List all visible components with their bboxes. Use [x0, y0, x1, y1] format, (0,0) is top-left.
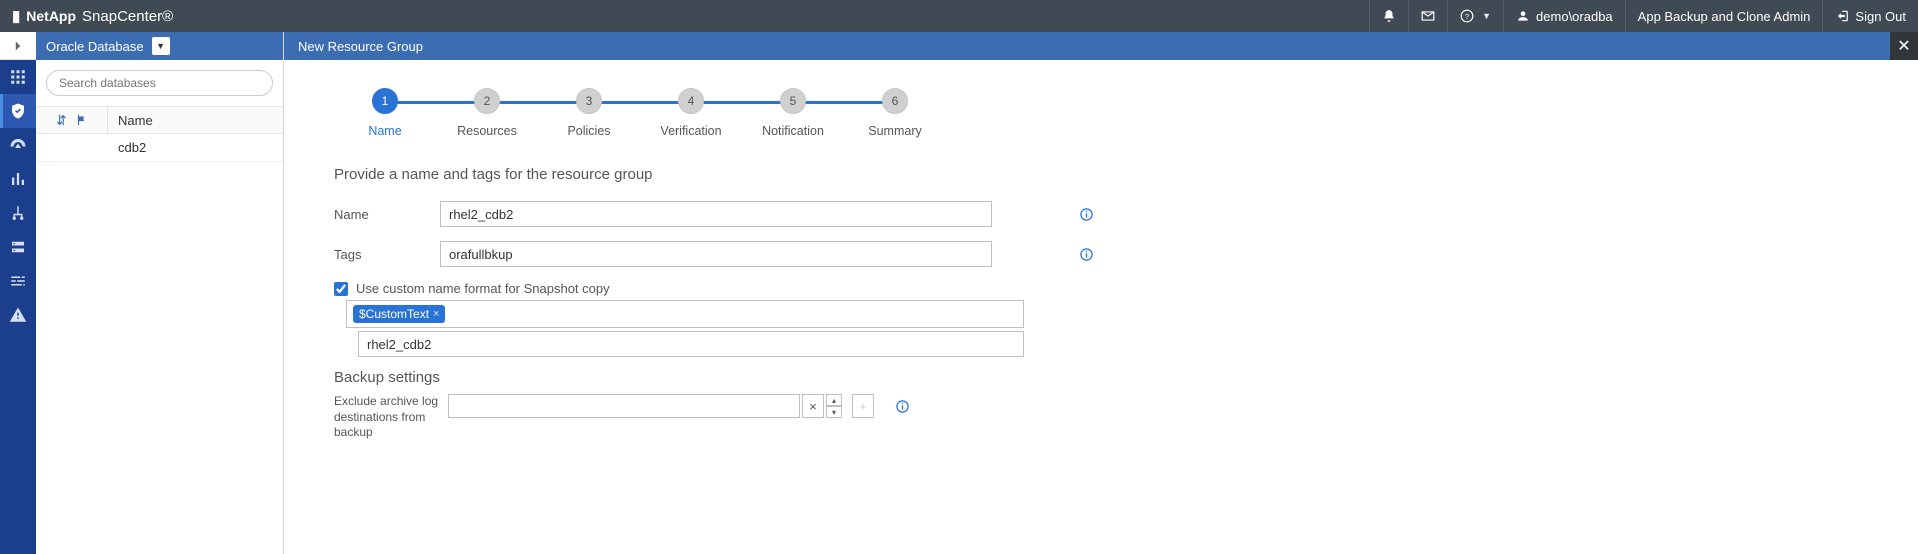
caret-down-icon: ▼ [1482, 11, 1491, 21]
grid-icon [9, 68, 27, 86]
wizard-stepper: 1 Name 2 Resources 3 Policies 4 Verifica… [334, 88, 1868, 138]
nav-settings[interactable] [0, 264, 36, 298]
chip-remove-icon[interactable]: × [433, 308, 439, 320]
resource-list: Name cdb2 [36, 106, 283, 162]
exclude-path-input[interactable] [448, 394, 800, 418]
step-resources[interactable]: 2 Resources [436, 88, 538, 138]
nav-resources[interactable] [0, 94, 36, 128]
exclude-add-button[interactable]: + [852, 394, 874, 418]
brand-company: NetApp [26, 8, 76, 24]
wizard-header: New Resource Group ✕ [284, 32, 1918, 60]
sliders-icon [9, 272, 27, 290]
search-input[interactable] [46, 70, 273, 96]
backup-settings-title: Backup settings [334, 369, 1094, 386]
svg-text:?: ? [1465, 12, 1469, 21]
main-panel: New Resource Group ✕ 1 Name 2 Resources … [284, 32, 1918, 554]
token-chip[interactable]: $CustomText × [353, 305, 445, 323]
resource-list-header: Name [36, 106, 283, 134]
context-dropdown[interactable]: ▼ [152, 37, 170, 55]
chart-icon [9, 170, 27, 188]
list-item-name: cdb2 [108, 140, 283, 155]
custom-format-checkbox[interactable] [334, 282, 348, 296]
user-name: demo\oradba [1536, 9, 1613, 24]
form-heading: Provide a name and tags for the resource… [334, 166, 1094, 183]
bell-icon [1382, 9, 1396, 23]
step-summary[interactable]: 6 Summary [844, 88, 946, 138]
netapp-logo-icon: ▮ [12, 7, 20, 25]
storage-icon [9, 238, 27, 256]
custom-format-label: Use custom name format for Snapshot copy [356, 281, 610, 296]
exclude-remove-button[interactable]: × [802, 394, 824, 418]
nav-alerts[interactable] [0, 298, 36, 332]
help-button[interactable]: ? ▼ [1447, 0, 1503, 32]
nav-monitor[interactable] [0, 128, 36, 162]
wizard-title: New Resource Group [298, 39, 423, 54]
brand: ▮ NetApp SnapCenter® [12, 7, 173, 25]
sitemap-icon [9, 204, 27, 222]
sign-out-button[interactable]: Sign Out [1822, 0, 1918, 32]
exclude-info[interactable] [894, 398, 910, 414]
role-label[interactable]: App Backup and Clone Admin [1625, 0, 1823, 32]
sidebar-search [36, 60, 283, 106]
nav-rail [0, 32, 36, 554]
list-item[interactable]: cdb2 [36, 134, 283, 162]
name-step-form: Provide a name and tags for the resource… [334, 166, 1094, 441]
notifications-button[interactable] [1369, 0, 1408, 32]
sort-icon [55, 113, 69, 127]
messages-button[interactable] [1408, 0, 1447, 32]
shield-check-icon [9, 102, 27, 120]
name-label: Name [334, 207, 440, 222]
name-info[interactable] [1078, 206, 1094, 222]
resource-sidebar: Oracle Database ▼ Name cdb2 [36, 32, 284, 554]
mail-icon [1421, 9, 1435, 23]
exclude-browse-up[interactable]: ▴ [826, 394, 842, 406]
alert-icon [9, 306, 27, 324]
chevron-right-icon [9, 37, 27, 55]
nav-dashboard[interactable] [0, 60, 36, 94]
nav-reports[interactable] [0, 162, 36, 196]
user-menu[interactable]: demo\oradba [1503, 0, 1625, 32]
nav-hosts[interactable] [0, 196, 36, 230]
rail-collapse-toggle[interactable] [0, 32, 36, 60]
nav-storage[interactable] [0, 230, 36, 264]
signout-icon [1835, 9, 1849, 23]
help-icon: ? [1460, 9, 1474, 23]
exclude-browse-down[interactable]: ▾ [826, 406, 842, 418]
name-input[interactable] [440, 201, 992, 227]
step-policies[interactable]: 3 Policies [538, 88, 640, 138]
user-icon [1516, 9, 1530, 23]
sort-filter-cell[interactable] [36, 107, 108, 133]
step-name[interactable]: 1 Name [334, 88, 436, 138]
flag-icon [75, 113, 89, 127]
info-icon [1079, 207, 1094, 222]
sidebar-context: Oracle Database ▼ [36, 32, 283, 60]
custom-format-tokens[interactable]: $CustomText × [346, 300, 1024, 328]
step-verification[interactable]: 4 Verification [640, 88, 742, 138]
tags-info[interactable] [1078, 246, 1094, 262]
info-icon [1079, 247, 1094, 262]
gauge-icon [9, 136, 27, 154]
topbar: ▮ NetApp SnapCenter® ? ▼ demo\oradba App… [0, 0, 1918, 32]
step-notification[interactable]: 5 Notification [742, 88, 844, 138]
custom-format-input[interactable] [358, 331, 1024, 357]
sidebar-context-label: Oracle Database [46, 39, 144, 54]
column-name[interactable]: Name [108, 113, 283, 128]
close-button[interactable]: ✕ [1890, 32, 1918, 60]
exclude-label: Exclude archive log destinations from ba… [334, 394, 440, 441]
info-icon [895, 399, 910, 414]
tags-label: Tags [334, 247, 440, 262]
brand-product: SnapCenter® [82, 8, 173, 25]
tags-input[interactable] [440, 241, 992, 267]
